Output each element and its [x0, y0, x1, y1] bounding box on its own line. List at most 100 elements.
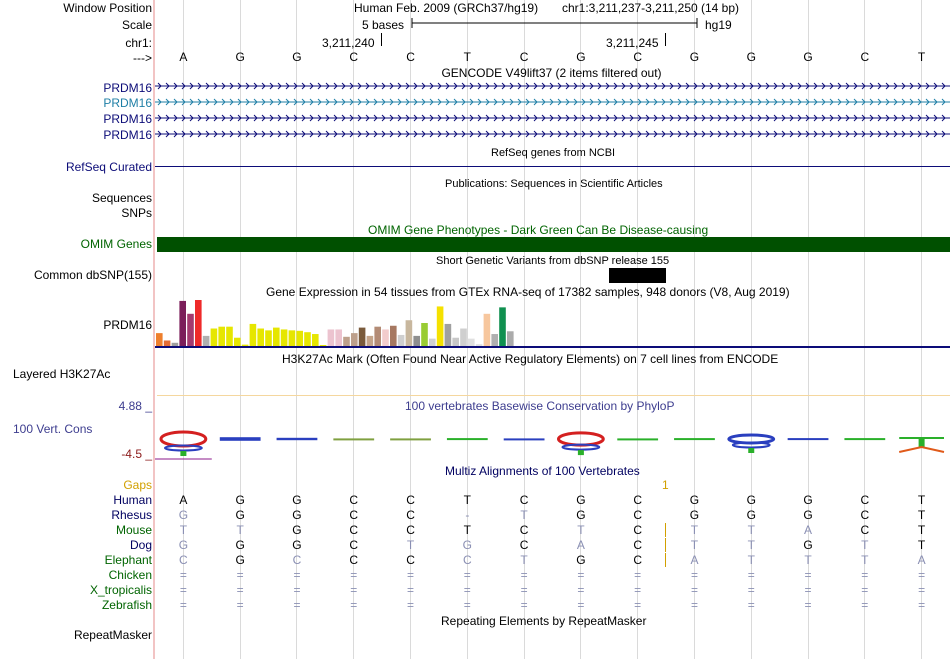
gtex-track-title[interactable]: Gene Expression in 54 tissues from GTEx … — [266, 285, 790, 299]
gtex-tissue-bar — [374, 326, 381, 346]
label-refseq-curated[interactable]: RefSeq Curated — [0, 160, 152, 174]
alignment-base: G — [292, 523, 302, 537]
label-prdm16-1[interactable]: PRDM16 — [0, 81, 152, 95]
label-common-dbsnp[interactable]: Common dbSNP(155) — [0, 268, 152, 282]
label-window-position: Window Position — [63, 1, 152, 15]
alignment-base: = — [861, 583, 869, 597]
phylop-base-score — [557, 431, 605, 456]
alignment-base: T — [520, 508, 528, 522]
label-species-chicken[interactable]: Chicken — [0, 568, 152, 582]
alignment-base: = — [293, 598, 301, 612]
phylop-base-score — [503, 438, 545, 441]
alignment-base: T — [917, 523, 926, 537]
alignment-base: C — [349, 523, 359, 537]
omim-track-title[interactable]: OMIM Gene Phenotypes - Dark Green Can Be… — [368, 223, 708, 237]
alignment-base: G — [689, 508, 700, 522]
publications-track-title[interactable]: Publications: Sequences in Scientific Ar… — [445, 177, 663, 191]
dbsnp-variant[interactable] — [609, 268, 666, 283]
phylop-base-score — [844, 438, 886, 441]
label-strand: ---> — [133, 51, 152, 65]
label-prdm16-3[interactable]: PRDM16 — [0, 112, 152, 126]
alignment-base: G — [803, 493, 813, 507]
alignment-base: T — [747, 523, 755, 537]
reference-base: G — [689, 50, 700, 64]
gtex-tissue-bar — [444, 323, 452, 346]
alignment-base: T — [804, 553, 812, 567]
gtex-tissue-bar — [187, 313, 194, 346]
alignment-base: C — [349, 508, 359, 522]
gencode-track-title[interactable]: GENCODE V49lift37 (2 items filtered out) — [0, 66, 950, 80]
alignment-gap-marker — [665, 523, 666, 537]
alignment-base: = — [747, 568, 755, 582]
alignment-base: T — [236, 523, 244, 537]
gap-count: 1 — [662, 478, 669, 492]
coord-label-2: 3,211,245 — [606, 36, 659, 50]
refseq-track-title[interactable]: RefSeq genes from NCBI — [491, 146, 615, 160]
label-gaps[interactable]: Gaps — [0, 478, 152, 492]
phylop-track-title[interactable]: 100 vertebrates Basewise Conservation by… — [405, 399, 674, 413]
label-species-zebrafish[interactable]: Zebrafish — [0, 598, 152, 612]
alignment-base: T — [179, 523, 188, 537]
gtex-tissue-bar — [249, 323, 257, 346]
alignment-base: G — [235, 553, 245, 567]
alignment-base: C — [292, 553, 302, 567]
alignment-base: = — [577, 568, 585, 582]
alignment-base: G — [292, 538, 302, 552]
h3k27ac-track-title[interactable]: H3K27Ac Mark (Often Found Near Active Re… — [282, 352, 778, 366]
multiz-track-title[interactable]: Multiz Alignments of 100 Vertebrates — [445, 464, 640, 478]
label-100-vert-cons[interactable]: 100 Vert. Cons — [13, 422, 92, 436]
gtex-tissue-bar — [436, 306, 444, 346]
alignment-base: = — [179, 583, 187, 597]
alignment-base: C — [633, 508, 642, 522]
reference-base: T — [917, 50, 926, 64]
alignment-base: G — [689, 493, 700, 507]
label-species-human[interactable]: Human — [0, 493, 152, 507]
refseq-gene-line[interactable] — [155, 166, 950, 167]
h3k27ac-signal-line — [157, 395, 950, 396]
label-snps[interactable]: SNPs — [0, 206, 152, 220]
alignment-base: C — [349, 553, 359, 567]
phylop-base-score — [219, 437, 261, 441]
gtex-tissue-bar — [226, 326, 233, 346]
omim-gene-bar[interactable] — [157, 237, 950, 252]
gtex-tissue-bar — [390, 325, 397, 346]
gtex-tissue-bar — [483, 313, 491, 346]
coord-tick-2 — [665, 33, 666, 46]
alignment-base: = — [407, 568, 415, 582]
label-scale: Scale — [121, 18, 152, 32]
alignment-base: G — [576, 553, 586, 567]
label-prdm16-2[interactable]: PRDM16 — [0, 96, 152, 110]
genome-browser-image[interactable]: Window Position Scale chr1: ---> PRDM16 … — [0, 0, 950, 659]
label-omim-genes[interactable]: OMIM Genes — [0, 237, 152, 251]
dbsnp-track-title[interactable]: Short Genetic Variants from dbSNP releas… — [436, 254, 669, 268]
label-repeatmasker[interactable]: RepeatMasker — [0, 628, 152, 642]
phylop-conservation-plot[interactable] — [155, 428, 950, 468]
label-species-dog[interactable]: Dog — [0, 538, 152, 552]
gtex-tissue-bar — [397, 334, 405, 346]
label-prdm16-4[interactable]: PRDM16 — [0, 128, 152, 142]
reference-base: G — [292, 50, 302, 64]
gtex-tissue-bar — [218, 326, 225, 346]
alignment-base: T — [747, 553, 755, 567]
label-species-elephant[interactable]: Elephant — [0, 553, 152, 567]
gtex-tissue-bar — [382, 329, 389, 346]
label-species-mouse[interactable]: Mouse — [0, 523, 152, 537]
alignment-base: G — [462, 538, 472, 552]
prdm16-transcripts[interactable] — [155, 80, 950, 144]
alignment-base: G — [235, 508, 245, 522]
alignment-base: A — [690, 553, 699, 567]
alignment-base: = — [520, 583, 528, 597]
label-sequences[interactable]: Sequences — [0, 191, 152, 205]
alignment-base: = — [634, 598, 642, 612]
alignment-base: = — [804, 583, 812, 597]
label-layered-h3k27ac[interactable]: Layered H3K27Ac — [13, 367, 110, 381]
repeatmasker-track-title[interactable]: Repeating Elements by RepeatMasker — [441, 614, 646, 628]
alignment-gap-marker — [665, 553, 666, 567]
gtex-tissue-bar — [179, 300, 186, 346]
gtex-expression-chart[interactable] — [155, 299, 555, 346]
label-gtex-gene[interactable]: PRDM16 — [0, 318, 152, 332]
label-cons-min: -4.5 _ — [121, 447, 152, 461]
label-species-x_tropicalis[interactable]: X_tropicalis — [0, 583, 152, 597]
label-species-rhesus[interactable]: Rhesus — [0, 508, 152, 522]
alignment-base: = — [350, 583, 358, 597]
